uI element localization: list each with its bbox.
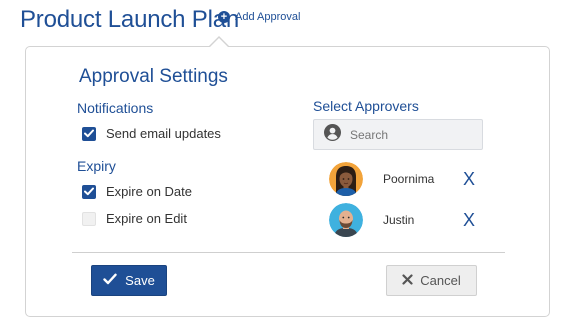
cancel-label: Cancel <box>420 273 461 288</box>
approver-row: Justin X <box>329 203 475 237</box>
remove-approver-button[interactable]: X <box>463 169 475 190</box>
notifications-label: Notifications <box>77 100 154 116</box>
select-approvers-label: Select Approvers <box>313 98 419 114</box>
send-email-updates-label: Send email updates <box>106 126 221 141</box>
avatar <box>329 203 363 237</box>
divider <box>72 252 505 253</box>
save-label: Save <box>125 273 155 288</box>
plus-circle-icon: + <box>218 11 230 23</box>
panel-title: Approval Settings <box>79 66 228 87</box>
search-input[interactable] <box>350 127 470 142</box>
send-email-updates-checkbox[interactable]: Send email updates <box>82 126 221 141</box>
expire-on-date-label: Expire on Date <box>106 184 192 199</box>
avatar <box>329 162 363 196</box>
add-approval-label: Add Approval <box>235 11 301 23</box>
close-icon <box>402 273 413 288</box>
cancel-button[interactable]: Cancel <box>386 265 477 296</box>
add-approval-link[interactable]: + Add Approval <box>218 11 300 23</box>
approver-row: Poornima X <box>329 162 475 196</box>
approver-name: Justin <box>383 213 415 227</box>
checkbox-unchecked-icon <box>82 211 96 226</box>
checkmark-icon <box>103 273 117 288</box>
user-icon <box>324 123 341 146</box>
expire-on-date-checkbox[interactable]: Expire on Date <box>82 184 192 199</box>
popover-caret-fill <box>209 38 229 48</box>
approver-search-field[interactable] <box>313 119 483 150</box>
expiry-label: Expiry <box>77 158 116 174</box>
page-title: Product Launch Plan <box>20 6 240 33</box>
checkbox-checked-icon <box>82 126 96 141</box>
remove-approver-button[interactable]: X <box>463 210 475 231</box>
expire-on-edit-label: Expire on Edit <box>106 211 187 226</box>
save-button[interactable]: Save <box>91 265 167 296</box>
approver-name: Poornima <box>383 172 435 186</box>
expire-on-edit-checkbox[interactable]: Expire on Edit <box>82 211 187 226</box>
checkbox-checked-icon <box>82 184 96 199</box>
